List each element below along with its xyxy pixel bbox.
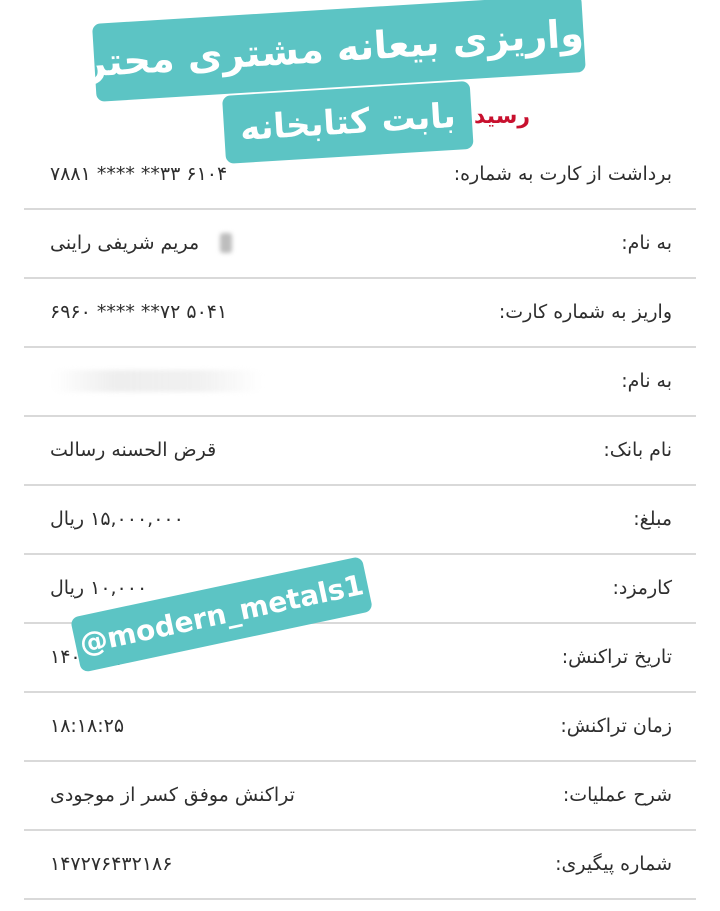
row-label: شماره پیگیری: [555, 853, 672, 875]
fee-value: ۱۰,۰۰۰ ریال [50, 577, 148, 599]
receipt-title: رسید [474, 104, 530, 129]
row-label: به نام: [621, 370, 672, 392]
transaction-time: ۱۸:۱۸:۲۵ [50, 715, 125, 737]
description-value: تراکنش موفق کسر از موجودی [50, 784, 295, 806]
row-bank-name: نام بانک: قرض الحسنه رسالت [24, 416, 696, 486]
source-holder-name: مریم شریفی راینی [50, 232, 200, 254]
row-label: به نام: [621, 232, 672, 254]
bank-name: قرض الحسنه رسالت [50, 439, 217, 461]
redaction-blur [52, 370, 262, 392]
source-card-number: ۶۱۰۴ ۳۳** **** ۷۸۸۱ [50, 163, 228, 185]
row-label: مبلغ: [633, 508, 672, 530]
row-label: شرح عملیات: [562, 784, 672, 806]
row-tracking-number: شماره پیگیری: ۱۴۷۲۷۶۴۳۲۱۸۶ [24, 830, 696, 900]
row-description: شرح عملیات: تراکنش موفق کسر از موجودی [24, 761, 696, 831]
row-source-name: به نام: مریم شریفی راینی [24, 209, 696, 279]
row-label: برداشت از کارت به شماره: [453, 163, 672, 185]
row-label: نام بانک: [603, 439, 672, 461]
row-label: کارمزد: [612, 577, 672, 599]
row-label: زمان تراکنش: [560, 715, 672, 737]
redaction-blur [220, 233, 232, 253]
row-destination-name: به نام: [24, 347, 696, 417]
row-transaction-time: زمان تراکنش: ۱۸:۱۸:۲۵ [24, 692, 696, 762]
destination-card-number: ۵۰۴۱ ۷۲** **** ۶۹۶۰ [50, 301, 228, 323]
row-destination-card: واریز به شماره کارت: ۵۰۴۱ ۷۲** **** ۶۹۶۰ [24, 278, 696, 348]
row-label: تاریخ تراکنش: [561, 646, 672, 668]
row-label: واریز به شماره کارت: [498, 301, 672, 323]
row-amount: مبلغ: ۱۵,۰۰۰,۰۰۰ ریال [24, 485, 696, 555]
caption-text: بابت کتابخانه [238, 95, 457, 149]
amount-value: ۱۵,۰۰۰,۰۰۰ ریال [50, 508, 184, 530]
caption-text: واریزی بیعانه مشتری محترم [55, 11, 585, 88]
tracking-number: ۱۴۷۲۷۶۴۳۲۱۸۶ [50, 853, 173, 875]
